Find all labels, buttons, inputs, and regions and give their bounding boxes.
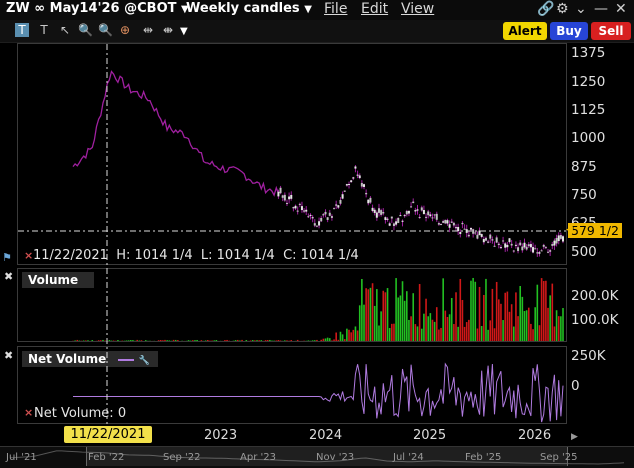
crosshair-date-box: 11/22/2021 xyxy=(64,426,152,443)
crosshair-date-text: 11/22/2021 xyxy=(71,427,146,442)
scroller-label: Sep '25 xyxy=(540,452,578,463)
x-tick-2023: 2023 xyxy=(204,428,237,443)
scroller-label: Feb '22 xyxy=(88,452,124,463)
scroller-label: Sep '22 xyxy=(163,452,201,463)
scroller-label: Nov '23 xyxy=(316,452,354,463)
scroller-label: Jul '21 xyxy=(6,452,37,463)
x-tick-2024: 2024 xyxy=(309,428,342,443)
scroll-right-icon[interactable]: ▶ xyxy=(571,432,578,442)
x-tick-2026: 2026 xyxy=(518,428,551,443)
scroller-label: Feb '25 xyxy=(465,452,501,463)
x-tick-2025: 2025 xyxy=(413,428,446,443)
scroller-label: Jul '24 xyxy=(393,452,424,463)
crosshair-overlay xyxy=(0,0,634,467)
scroller-label: Apr '23 xyxy=(240,452,276,463)
